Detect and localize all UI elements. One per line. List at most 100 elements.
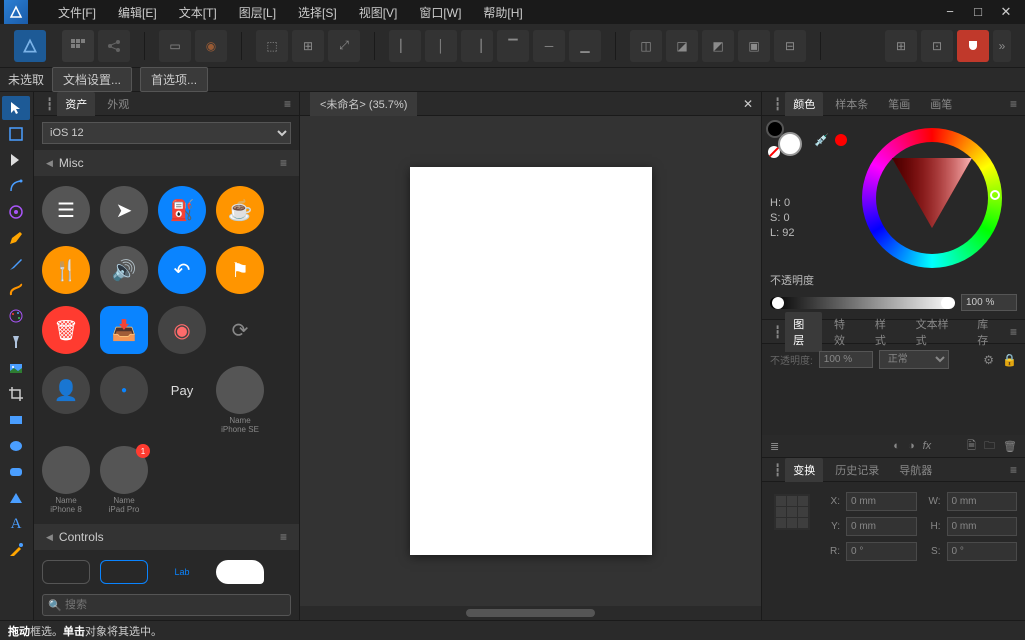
align-right-icon[interactable]: ▕ (461, 30, 493, 62)
marquee-transform-icon[interactable]: ⤢ (328, 30, 360, 62)
category-menu-icon[interactable]: ≡ (280, 156, 287, 170)
boolean-intersect-icon[interactable]: ◩ (702, 30, 734, 62)
target-tool[interactable] (2, 200, 30, 224)
text-tool[interactable]: A (2, 512, 30, 536)
asset-applepay-icon[interactable]: Pay (158, 366, 206, 414)
boolean-divide-icon[interactable]: ⊟ (774, 30, 806, 62)
panel-drag-icon[interactable]: ┇ (774, 463, 781, 477)
constraint-icon-1[interactable]: ▭ (159, 30, 191, 62)
group-icon[interactable]: 🗀 (984, 437, 995, 456)
mask-icon[interactable]: ◐ (893, 440, 900, 452)
menu-edit[interactable]: 编辑[E] (108, 0, 167, 25)
asset-preset-dropdown[interactable]: iOS 12 (42, 122, 291, 144)
snapping-toggle-icon[interactable] (957, 30, 989, 62)
control-filled[interactable] (216, 560, 264, 584)
y-input[interactable] (846, 517, 917, 536)
tab-stroke[interactable]: 笔画 (880, 92, 918, 116)
preferences-button[interactable]: 首选项... (140, 67, 208, 92)
scrollbar-thumb[interactable] (466, 609, 595, 617)
tab-appearance[interactable]: 外观 (99, 92, 137, 116)
panel-menu-icon[interactable]: ≡ (1010, 325, 1017, 339)
asset-avatar-icon[interactable]: 👤 (42, 366, 90, 414)
marquee-new-icon[interactable]: ⬚ (256, 30, 288, 62)
eyedropper-tool[interactable] (2, 538, 30, 562)
h-input[interactable] (947, 517, 1018, 536)
add-layer-icon[interactable]: 🗎 (967, 437, 976, 456)
opacity-start-handle[interactable] (772, 297, 784, 309)
asset-category-misc[interactable]: ◀ Misc ≡ (34, 150, 299, 176)
boolean-subtract-icon[interactable]: ◪ (666, 30, 698, 62)
asset-preset-select[interactable]: iOS 12 (42, 122, 291, 144)
align-top-icon[interactable]: ▔ (497, 30, 529, 62)
panel-drag-icon[interactable]: ┇ (46, 97, 53, 111)
boolean-add-icon[interactable]: ◫ (630, 30, 662, 62)
marquee-add-icon[interactable]: ⊞ (292, 30, 324, 62)
asset-record-icon[interactable]: ● (100, 366, 148, 414)
asset-list-icon[interactable]: ☰ (42, 186, 90, 234)
panel-menu-icon[interactable]: ≡ (1010, 463, 1017, 477)
asset-device-se[interactable] (216, 366, 264, 414)
menu-text[interactable]: 文本[T] (169, 0, 227, 25)
asset-search-input[interactable] (42, 594, 291, 616)
asset-archive-icon[interactable]: 📥 (100, 306, 148, 354)
menu-view[interactable]: 视图[V] (349, 0, 408, 25)
category-menu-icon[interactable]: ≡ (280, 530, 287, 544)
asset-navigate-icon[interactable]: ➤ (100, 186, 148, 234)
lock-icon[interactable]: 🔒 (1002, 353, 1017, 367)
delete-layer-icon[interactable]: 🗑 (1003, 440, 1017, 453)
tab-navigator[interactable]: 导航器 (891, 458, 940, 482)
crop-tool[interactable] (2, 382, 30, 406)
asset-flag-icon[interactable]: ⚑ (216, 246, 264, 294)
minimize-button[interactable]: − (943, 4, 957, 20)
grid-layout-icon[interactable] (62, 30, 94, 62)
blend-mode-select[interactable]: 正常 (879, 350, 949, 369)
opacity-slider[interactable] (770, 297, 955, 309)
menu-select[interactable]: 选择[S] (288, 0, 347, 25)
align-middle-icon[interactable]: ─ (533, 30, 565, 62)
document-tab[interactable]: <未命名> (35.7%) (310, 92, 417, 116)
fx-icon[interactable]: fx (923, 440, 932, 452)
control-outline[interactable] (42, 560, 90, 584)
opacity-input[interactable] (961, 294, 1017, 311)
panel-menu-icon[interactable]: ≡ (284, 97, 291, 111)
close-button[interactable]: ✕ (999, 4, 1013, 20)
asset-category-controls[interactable]: ◀ Controls ≡ (34, 524, 299, 550)
asset-fingerprint-icon[interactable]: ◉ (158, 306, 206, 354)
tab-history[interactable]: 历史记录 (827, 458, 887, 482)
menu-window[interactable]: 窗口[W] (409, 0, 471, 25)
tab-color[interactable]: 颜色 (785, 92, 823, 116)
asset-spinner-icon[interactable]: ⟳ (216, 306, 264, 354)
asset-device-ipad[interactable]: 1 (100, 446, 148, 494)
canvas-viewport[interactable] (300, 116, 761, 606)
image-tool[interactable] (2, 356, 30, 380)
rectangle-tool[interactable] (2, 408, 30, 432)
move-tool[interactable] (2, 96, 30, 120)
panel-drag-icon[interactable]: ┇ (774, 97, 781, 111)
w-input[interactable] (947, 492, 1018, 511)
r-input[interactable] (846, 542, 917, 561)
tab-assets[interactable]: 资产 (57, 92, 95, 116)
asset-sound-icon[interactable]: 🔊 (100, 246, 148, 294)
ellipse-tool[interactable] (2, 434, 30, 458)
tab-brush[interactable]: 画笔 (922, 92, 960, 116)
layer-opacity-input[interactable] (819, 351, 873, 368)
fill-swatch[interactable] (778, 132, 802, 156)
snap-grid-icon[interactable]: ⊞ (885, 30, 917, 62)
panel-drag-icon[interactable]: ┇ (774, 325, 781, 339)
control-label[interactable]: Lab (158, 560, 206, 584)
paint-tool[interactable] (2, 278, 30, 302)
palette-tool[interactable] (2, 304, 30, 328)
hue-handle[interactable] (990, 190, 1000, 200)
glass-tool[interactable] (2, 330, 30, 354)
anchor-selector[interactable] (774, 494, 810, 530)
asset-reply-icon[interactable]: ↶ (158, 246, 206, 294)
align-bottom-icon[interactable]: ▁ (569, 30, 601, 62)
layers-list[interactable] (762, 375, 1025, 435)
asset-device-8[interactable] (42, 446, 90, 494)
pencil-tool[interactable] (2, 226, 30, 250)
eyedropper-icon[interactable]: 💉 (814, 133, 829, 147)
asset-fuel-icon[interactable]: ⛽ (158, 186, 206, 234)
horizontal-scrollbar[interactable] (300, 606, 761, 620)
constraint-icon-2[interactable]: ◉ (195, 30, 227, 62)
menu-file[interactable]: 文件[F] (48, 0, 106, 25)
